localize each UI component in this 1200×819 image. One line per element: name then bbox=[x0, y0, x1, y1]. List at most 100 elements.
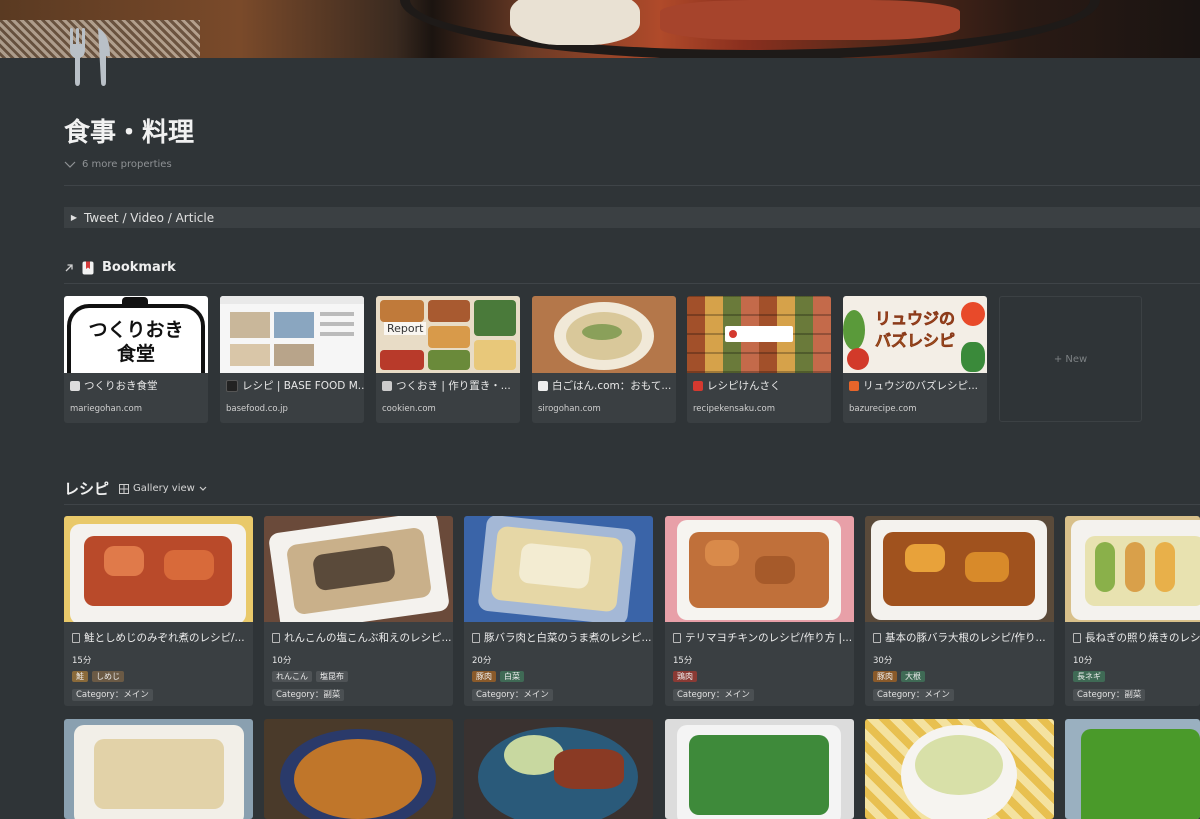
category-tag: Category：副菜 bbox=[272, 689, 345, 701]
thumbnail-text: 食堂 bbox=[116, 343, 155, 365]
divider bbox=[64, 185, 1200, 186]
cover-image bbox=[0, 0, 1200, 58]
page-icon bbox=[72, 632, 80, 643]
bookmark-db-title[interactable]: Bookmark bbox=[64, 260, 176, 275]
recipe-thumbnail bbox=[64, 516, 253, 622]
divider bbox=[64, 504, 1200, 505]
bookmark-url: cookien.com bbox=[382, 404, 436, 414]
bookmark-thumbnail: リュウジの バズレシピ bbox=[843, 296, 987, 373]
page-icon bbox=[673, 632, 681, 643]
recipe-thumbnail bbox=[865, 516, 1054, 622]
recipe-time: 10分 bbox=[272, 656, 292, 666]
ingredient-tag: れんこん bbox=[272, 671, 312, 682]
favicon-icon bbox=[849, 380, 859, 391]
bookmark-thumbnail bbox=[532, 296, 676, 373]
recipe-card-thumbnail[interactable] bbox=[264, 719, 453, 819]
recipe-card[interactable]: 豚バラ肉と白菜のうま煮のレシピ... 20分 豚肉 白菜 Category：メイ… bbox=[464, 516, 653, 706]
recipe-time: 30分 bbox=[873, 656, 893, 666]
recipe-card-thumbnail[interactable] bbox=[1065, 719, 1200, 819]
bookmark-title: つくおき | 作り置き・... bbox=[396, 380, 511, 392]
bookmark-card[interactable]: レシピけんさく recipekensaku.com bbox=[687, 296, 831, 423]
bookmark-url: mariegohan.com bbox=[70, 404, 143, 414]
recipe-time: 15分 bbox=[72, 656, 92, 666]
bookmark-title: つくりおき食堂 bbox=[84, 380, 158, 392]
ingredient-tag: 大根 bbox=[901, 671, 925, 682]
recipe-card-thumbnail[interactable] bbox=[665, 719, 854, 819]
thumbnail-text: リュウジの bbox=[874, 309, 956, 329]
gallery-grid-icon bbox=[119, 483, 130, 494]
tweet-video-article-toggle[interactable]: ▶ Tweet / Video / Article bbox=[64, 207, 1200, 228]
bookmark-card[interactable]: リュウジの バズレシピ リュウジのバズレシピ... bazurecipe.com bbox=[843, 296, 987, 423]
new-bookmark-button[interactable]: + New bbox=[999, 296, 1142, 422]
recipe-thumbnail bbox=[1065, 516, 1200, 622]
recipe-time: 15分 bbox=[673, 656, 693, 666]
thumbnail-text: つくりおき bbox=[88, 319, 184, 341]
bookmark-card[interactable]: 白ごはん.com：おもて... sirogohan.com bbox=[532, 296, 676, 423]
bookmark-thumbnail: Report bbox=[376, 296, 520, 373]
recipe-card[interactable]: 基本の豚バラ大根のレシピ/作り... 30分 豚肉 大根 Category：メイ… bbox=[865, 516, 1054, 706]
category-tag: Category：メイン bbox=[472, 689, 553, 701]
recipe-card[interactable]: 長ねぎの照り焼きのレシピ 10分 長ネギ Category：副菜 bbox=[1065, 516, 1200, 706]
bookmark-thumbnail bbox=[687, 296, 831, 373]
recipe-card[interactable]: 鮭としめじのみぞれ煮のレシピ/... 15分 鮭 しめじ Category：メイ… bbox=[64, 516, 253, 706]
recipe-card-thumbnail[interactable] bbox=[464, 719, 653, 819]
bookmark-thumbnail: つくりおき 食堂 bbox=[64, 296, 208, 373]
bookmark-title: レシピ | BASE FOOD M... bbox=[242, 380, 364, 392]
category-tag: Category：副菜 bbox=[1073, 689, 1146, 701]
page-icon bbox=[873, 632, 881, 643]
bookmark-url: basefood.co.jp bbox=[226, 404, 288, 414]
favicon-icon bbox=[70, 380, 80, 391]
recipe-thumbnail bbox=[665, 516, 854, 622]
page-icon bbox=[472, 632, 480, 643]
recipe-thumbnail bbox=[464, 516, 653, 622]
recipe-card-thumbnail[interactable] bbox=[865, 719, 1054, 819]
favicon-icon bbox=[226, 379, 238, 392]
page-icon bbox=[1073, 632, 1081, 643]
recipe-db-label: レシピ bbox=[64, 480, 110, 498]
ingredient-tag: 長ネギ bbox=[1073, 671, 1105, 682]
bookmark-db-label: Bookmark bbox=[102, 260, 176, 275]
recipe-time: 10分 bbox=[1073, 656, 1093, 666]
bookmark-url: recipekensaku.com bbox=[693, 404, 775, 414]
ingredient-tag: 白菜 bbox=[500, 671, 524, 682]
recipe-card-thumbnail[interactable] bbox=[64, 719, 253, 819]
triangle-right-icon: ▶ bbox=[70, 213, 78, 222]
category-tag: Category：メイン bbox=[873, 689, 954, 701]
ingredient-tag: しめじ bbox=[92, 671, 124, 682]
bookmark-icon bbox=[82, 261, 94, 274]
recipe-card[interactable]: れんこんの塩こんぶ和えのレシピ... 10分 れんこん 塩昆布 Category… bbox=[264, 516, 453, 706]
thumbnail-text: バズレシピ bbox=[874, 331, 956, 351]
recipe-db-title[interactable]: レシピ Gallery view bbox=[64, 478, 207, 499]
favicon-icon bbox=[382, 380, 392, 391]
more-properties-toggle[interactable]: 6 more properties bbox=[64, 159, 172, 170]
bookmark-card[interactable]: Report つくおき | 作り置き・... cookien.com bbox=[376, 296, 520, 423]
ingredient-tag: 豚肉 bbox=[873, 671, 897, 682]
recipe-card[interactable]: テリマヨチキンのレシピ/作り方 |... 15分 鶏肉 Category：メイン bbox=[665, 516, 854, 706]
recipe-title: テリマヨチキンのレシピ/作り方 |... bbox=[685, 632, 853, 644]
view-switcher[interactable]: Gallery view bbox=[119, 483, 207, 494]
page-icon bbox=[272, 632, 280, 643]
category-tag: Category：メイン bbox=[72, 689, 153, 701]
page-title: 食事・料理 bbox=[64, 118, 195, 148]
ingredient-tag: 鶏肉 bbox=[673, 671, 697, 682]
ingredient-tag: 豚肉 bbox=[472, 671, 496, 682]
toggle-label: Tweet / Video / Article bbox=[84, 210, 215, 225]
bookmark-card[interactable]: つくりおき 食堂 つくりおき食堂 mariegohan.com bbox=[64, 296, 208, 423]
ingredient-tag: 塩昆布 bbox=[316, 671, 348, 682]
recipe-title: 基本の豚バラ大根のレシピ/作り... bbox=[885, 632, 1046, 644]
recipe-time: 20分 bbox=[472, 656, 492, 666]
bookmark-url: sirogohan.com bbox=[538, 404, 601, 414]
new-label: + New bbox=[1053, 353, 1088, 365]
arrow-up-right-icon bbox=[65, 263, 73, 271]
bookmark-card[interactable]: レシピ | BASE FOOD M... basefood.co.jp bbox=[220, 296, 364, 423]
view-label: Gallery view bbox=[133, 483, 195, 494]
ingredient-tag: 鮭 bbox=[72, 671, 88, 682]
recipe-title: れんこんの塩こんぶ和えのレシピ... bbox=[284, 632, 452, 644]
favicon-icon bbox=[693, 380, 703, 391]
bookmark-thumbnail bbox=[220, 296, 364, 373]
fork-knife-icon bbox=[70, 28, 110, 86]
thumbnail-text: Report bbox=[384, 322, 427, 335]
recipe-thumbnail bbox=[264, 516, 453, 622]
bookmark-title: レシピけんさく bbox=[707, 380, 781, 392]
recipe-title: 長ねぎの照り焼きのレシピ bbox=[1085, 632, 1200, 644]
